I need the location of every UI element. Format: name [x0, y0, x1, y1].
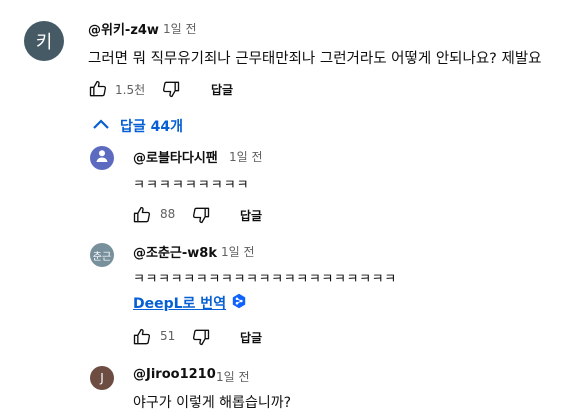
comment-author-handle[interactable]: @위키-z4w [88, 19, 159, 38]
person-icon [94, 148, 110, 168]
chevron-up-icon [92, 118, 110, 134]
avatar-letter: 키 [35, 32, 53, 53]
avatar[interactable] [90, 146, 114, 170]
comment-timestamp[interactable]: 1일 전 [163, 20, 197, 37]
dislike-icon[interactable] [161, 79, 181, 99]
translate-label: DeepL로 번역 [133, 296, 227, 312]
replies-toggle-button[interactable]: 답글 44개 [92, 114, 183, 138]
avatar-letter: J [100, 371, 104, 385]
reply-author-handle[interactable]: @조춘근-w8k [133, 242, 217, 261]
reply-author-handle[interactable]: @로블타다시팬 [133, 147, 218, 166]
reply-button[interactable]: 답글 [240, 207, 262, 224]
avatar[interactable]: 춘근 [90, 243, 114, 267]
replies-count-label: 답글 44개 [120, 119, 183, 135]
translate-button[interactable]: DeepL로 번역 [133, 293, 246, 313]
reply-button[interactable]: 답글 [211, 81, 233, 98]
like-count: 1.5천 [115, 83, 146, 97]
like-icon[interactable] [132, 327, 152, 347]
reply-timestamp[interactable]: 1일 전 [216, 368, 250, 385]
like-count: 51 [160, 329, 176, 343]
reply-timestamp[interactable]: 1일 전 [221, 243, 255, 260]
comment-text: 그러면 뭐 직무유기죄나 근무태만죄나 그런거라도 어떻게 안되나요? 제발요 [88, 51, 542, 67]
dislike-icon[interactable] [191, 327, 211, 347]
avatar[interactable]: J [90, 366, 114, 390]
avatar-letter: 춘근 [92, 251, 112, 263]
reply-timestamp[interactable]: 1일 전 [229, 148, 263, 165]
like-count: 88 [160, 207, 176, 221]
reply-text: ㅋㅋㅋㅋㅋㅋㅋㅋㅋㅋㅋㅋㅋㅋㅋㅋㅋㅋㅋㅋㅋ [133, 272, 397, 287]
like-icon[interactable] [88, 79, 108, 99]
like-icon[interactable] [132, 205, 152, 225]
reply-button[interactable]: 답글 [240, 329, 262, 346]
reply-text: 야구가 이렇게 해롭습니까? [133, 395, 292, 411]
avatar[interactable]: 키 [24, 21, 64, 61]
reply-text: ㅋㅋㅋㅋㅋㅋㅋㅋㅋ [133, 178, 250, 193]
deepl-icon [232, 293, 246, 313]
dislike-icon[interactable] [191, 205, 211, 225]
reply-author-handle[interactable]: @Jiroo1210 [133, 367, 216, 382]
